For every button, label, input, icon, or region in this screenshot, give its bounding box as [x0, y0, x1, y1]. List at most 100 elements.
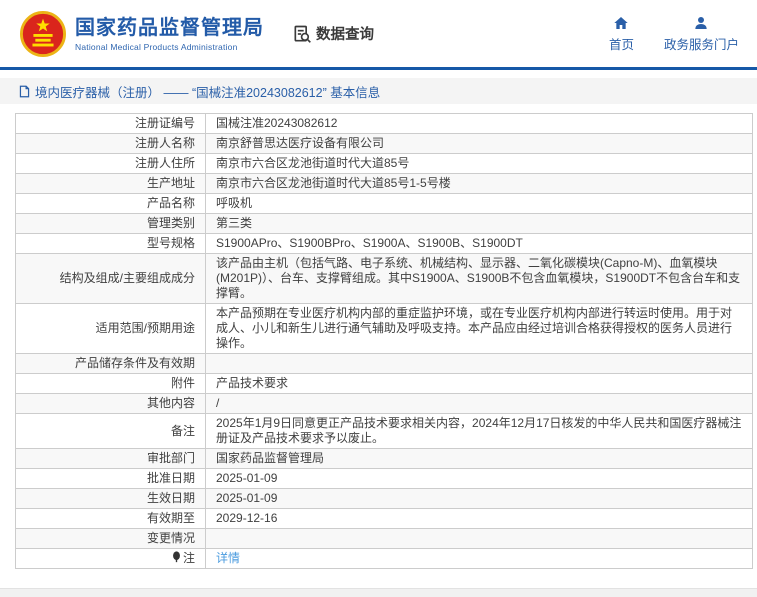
registration-info-table: 注册证编号国械注准20243082612注册人名称南京舒普思达医疗设备有限公司注… — [15, 113, 753, 569]
footer-strip — [0, 588, 757, 597]
row-value-cell — [206, 529, 753, 549]
table-row: 备注 2025年1月9日同意更正产品技术要求相关内容，2024年12月17日核发的… — [16, 414, 753, 449]
row-label: 注册人住所 — [16, 154, 206, 174]
row-label-text: 产品名称 — [147, 196, 195, 210]
row-value-cell: 详情 — [206, 549, 753, 569]
row-label: 注 — [16, 549, 206, 569]
agency-name-en: National Medical Products Administration — [75, 42, 264, 52]
row-label: 型号规格 — [16, 234, 206, 254]
header: 国家药品监督管理局 National Medical Products Admi… — [0, 0, 757, 70]
table-row: 其他内容 / — [16, 394, 753, 414]
agency-name-cn: 国家药品监督管理局 — [75, 16, 264, 40]
row-label-text: 有效期至 — [147, 511, 195, 525]
row-value-cell: 南京市六合区龙池街道时代大道85号 — [206, 154, 753, 174]
row-label-text: 生效日期 — [147, 491, 195, 505]
home-icon — [613, 15, 629, 31]
table-row: 产品储存条件及有效期 — [16, 354, 753, 374]
agency-logo: 国家药品监督管理局 National Medical Products Admi… — [20, 11, 264, 57]
table-row: 注册人住所 南京市六合区龙池街道时代大道85号 — [16, 154, 753, 174]
data-query-icon — [292, 24, 312, 44]
table-row: 产品名称 呼吸机 — [16, 194, 753, 214]
row-label: 其他内容 — [16, 394, 206, 414]
breadcrumb: 境内医疗器械（注册） —— “国械注准20243082612” 基本信息 — [0, 78, 757, 104]
row-label-text: 注 — [183, 551, 195, 565]
nav-portal[interactable]: 政务服务门户 — [664, 15, 739, 53]
row-value: 国械注准20243082612 — [216, 116, 337, 130]
row-value: 该产品由主机（包括气路、电子系统、机械结构、显示器、二氧化碳模块(Capno-M… — [216, 256, 740, 300]
row-label-text: 变更情况 — [147, 531, 195, 545]
row-label: 审批部门 — [16, 449, 206, 469]
data-query-label: 数据查询 — [316, 23, 374, 44]
row-value-cell: / — [206, 394, 753, 414]
table-row: 有效期至 2029-12-16 — [16, 509, 753, 529]
header-nav: 首页 政务服务门户 — [609, 15, 739, 53]
note-icon — [172, 551, 181, 563]
row-label-text: 备注 — [171, 424, 195, 438]
row-label: 生效日期 — [16, 489, 206, 509]
row-label-text: 生产地址 — [147, 176, 195, 190]
row-value-cell: 呼吸机 — [206, 194, 753, 214]
row-label-text: 管理类别 — [147, 216, 195, 230]
row-label-text: 结构及组成/主要组成成分 — [60, 271, 195, 285]
nav-portal-label: 政务服务门户 — [664, 34, 739, 53]
row-label-text: 注册证编号 — [135, 116, 195, 130]
row-value-cell: 本产品预期在专业医疗机构内部的重症监护环境，或在专业医疗机构内部进行转运时使用。… — [206, 304, 753, 354]
row-value-cell: 产品技术要求 — [206, 374, 753, 394]
info-table-body: 注册证编号国械注准20243082612注册人名称南京舒普思达医疗设备有限公司注… — [16, 114, 753, 569]
row-value: 国家药品监督管理局 — [216, 451, 324, 465]
row-value-cell: 2025-01-09 — [206, 489, 753, 509]
row-value: 2029-12-16 — [216, 511, 277, 525]
row-value: 2025-01-09 — [216, 491, 277, 505]
row-label-text: 型号规格 — [147, 236, 195, 250]
row-value-cell: 2029-12-16 — [206, 509, 753, 529]
row-label: 有效期至 — [16, 509, 206, 529]
row-label-text: 适用范围/预期用途 — [96, 321, 195, 335]
row-value-cell — [206, 354, 753, 374]
row-value-cell: 国家药品监督管理局 — [206, 449, 753, 469]
row-label-text: 注册人住所 — [135, 156, 195, 170]
nav-data-query[interactable]: 数据查询 — [292, 23, 374, 44]
table-row: 注 详情 — [16, 549, 753, 569]
row-label: 注册证编号 — [16, 114, 206, 134]
table-row: 生效日期 2025-01-09 — [16, 489, 753, 509]
agency-title-block: 国家药品监督管理局 National Medical Products Admi… — [75, 16, 264, 52]
row-value-cell: 该产品由主机（包括气路、电子系统、机械结构、显示器、二氧化碳模块(Capno-M… — [206, 254, 753, 304]
row-value-cell: 2025-01-09 — [206, 469, 753, 489]
document-icon — [18, 85, 31, 98]
nav-home-label: 首页 — [609, 34, 634, 53]
table-row: 附件产品技术要求 — [16, 374, 753, 394]
row-value: 2025年1月9日同意更正产品技术要求相关内容，2024年12月17日核发的中华… — [216, 416, 741, 445]
row-label-text: 附件 — [171, 376, 195, 390]
row-label: 变更情况 — [16, 529, 206, 549]
row-value-cell: 第三类 — [206, 214, 753, 234]
national-emblem-icon — [20, 11, 66, 57]
row-value: 南京舒普思达医疗设备有限公司 — [216, 136, 384, 150]
row-value: 南京市六合区龙池街道时代大道85号1-5号楼 — [216, 176, 451, 190]
row-label: 附件 — [16, 374, 206, 394]
user-icon — [693, 15, 709, 31]
row-label: 结构及组成/主要组成成分 — [16, 254, 206, 304]
row-value-cell: 南京舒普思达医疗设备有限公司 — [206, 134, 753, 154]
row-label-text: 注册人名称 — [135, 136, 195, 150]
table-row: 适用范围/预期用途 本产品预期在专业医疗机构内部的重症监护环境，或在专业医疗机构内… — [16, 304, 753, 354]
table-row: 生产地址 南京市六合区龙池街道时代大道85号1-5号楼 — [16, 174, 753, 194]
row-label: 产品名称 — [16, 194, 206, 214]
row-label: 注册人名称 — [16, 134, 206, 154]
row-value: 2025-01-09 — [216, 471, 277, 485]
row-value-cell: 国械注准20243082612 — [206, 114, 753, 134]
row-value-cell: 南京市六合区龙池街道时代大道85号1-5号楼 — [206, 174, 753, 194]
row-value: 本产品预期在专业医疗机构内部的重症监护环境，或在专业医疗机构内部进行转运时使用。… — [216, 306, 732, 350]
row-label-text: 其他内容 — [147, 396, 195, 410]
row-label-text: 审批部门 — [147, 451, 195, 465]
row-label-text: 批准日期 — [147, 471, 195, 485]
row-label: 产品储存条件及有效期 — [16, 354, 206, 374]
nav-home[interactable]: 首页 — [609, 15, 634, 53]
table-row: 审批部门 国家药品监督管理局 — [16, 449, 753, 469]
row-value: 呼吸机 — [216, 196, 252, 210]
row-label-text: 产品储存条件及有效期 — [75, 356, 195, 370]
detail-link[interactable]: 详情 — [216, 551, 240, 565]
row-label: 管理类别 — [16, 214, 206, 234]
table-row: 结构及组成/主要组成成分 该产品由主机（包括气路、电子系统、机械结构、显示器、二氧… — [16, 254, 753, 304]
row-value: 南京市六合区龙池街道时代大道85号 — [216, 156, 409, 170]
table-row: 注册证编号 国械注准20243082612 — [16, 114, 753, 134]
